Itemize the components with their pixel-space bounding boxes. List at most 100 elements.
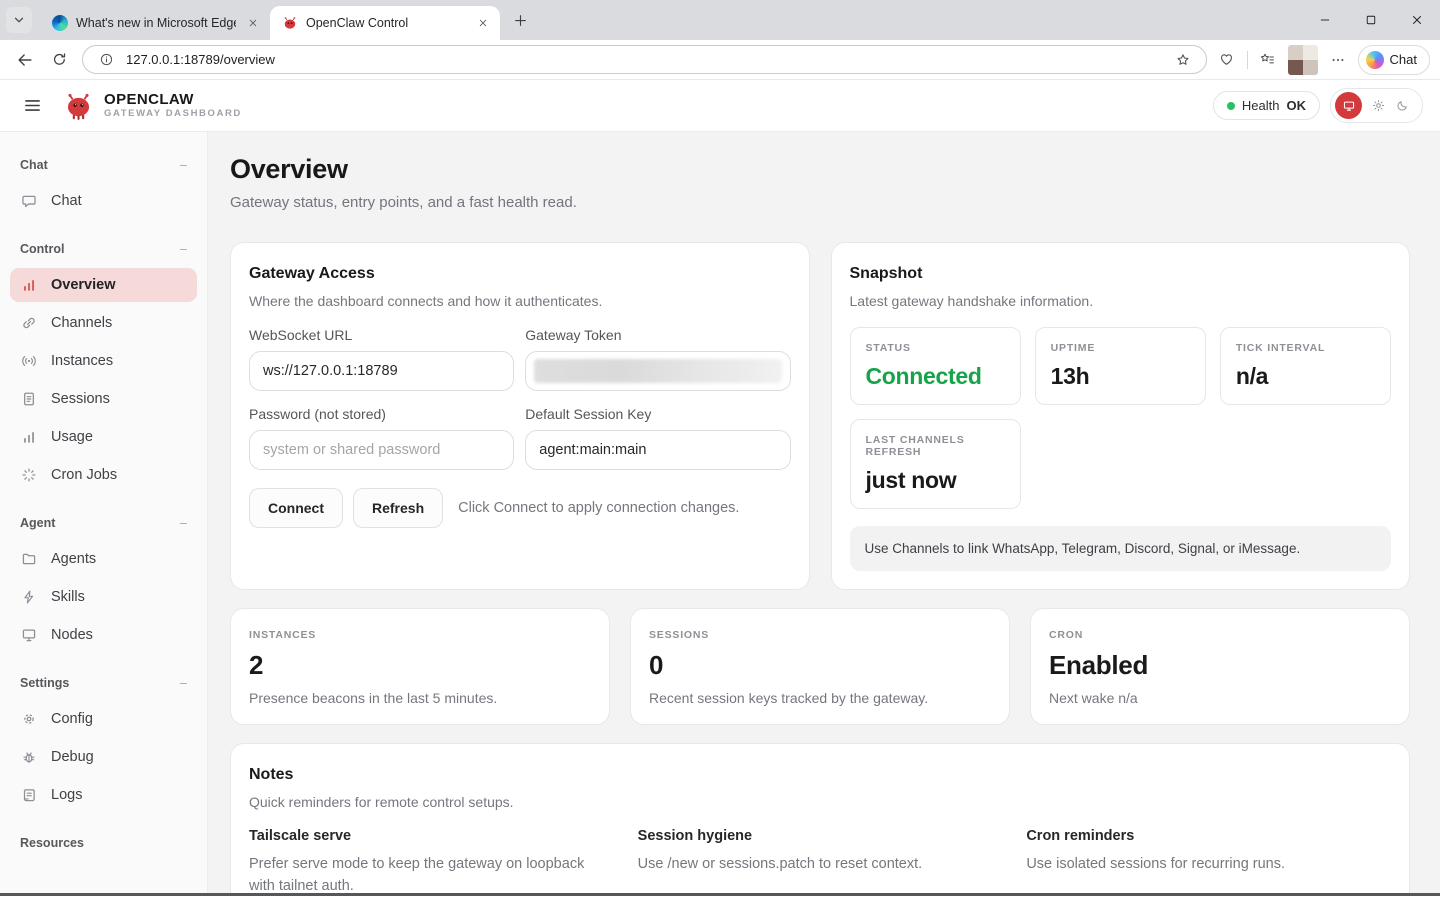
back-button[interactable]: [10, 45, 40, 75]
sidebar-section-agent[interactable]: Agent –: [10, 516, 197, 530]
sidebar-item-channels[interactable]: Channels: [10, 306, 197, 340]
sidebar-item-label: Config: [51, 711, 93, 727]
collapse-icon[interactable]: –: [180, 158, 187, 172]
brand: OPENCLAW GATEWAY DASHBOARD: [63, 90, 242, 121]
sidebar-item-nodes[interactable]: Nodes: [10, 618, 197, 652]
lightning-icon: [20, 588, 38, 606]
sidebar-section-settings[interactable]: Settings –: [10, 676, 197, 690]
monitor-icon: [20, 626, 38, 644]
sidebar-item-overview[interactable]: Overview: [10, 268, 197, 302]
sidebar-section-control[interactable]: Control –: [10, 242, 197, 256]
url-text[interactable]: 127.0.0.1:18789/overview: [126, 52, 1163, 67]
browser-toolbar: 127.0.0.1:18789/overview Chat: [0, 40, 1440, 80]
channels-note: Use Channels to link WhatsApp, Telegram,…: [850, 526, 1392, 571]
browser-window: What's new in Microsoft Edge OpenClaw Co…: [0, 0, 1440, 900]
sidebar-item-skills[interactable]: Skills: [10, 580, 197, 614]
password-input[interactable]: [249, 430, 514, 470]
sidebar-section-resources[interactable]: Resources: [10, 836, 197, 850]
tab-title: OpenClaw Control: [306, 16, 466, 30]
cron-stat-card: CRON Enabled Next wake n/a: [1030, 608, 1410, 725]
theme-switcher: [1330, 88, 1423, 123]
browser-essentials-icon[interactable]: [1215, 48, 1239, 72]
sidebar-item-usage[interactable]: Usage: [10, 420, 197, 454]
tile-label: TICK INTERVAL: [1236, 342, 1375, 354]
gateway-access-card: Gateway Access Where the dashboard conne…: [230, 242, 810, 590]
link-icon: [20, 314, 38, 332]
minimize-button[interactable]: [1302, 0, 1348, 40]
sidebar-item-label: Overview: [51, 277, 116, 293]
card-title: Notes: [249, 766, 1391, 784]
url-bar[interactable]: 127.0.0.1:18789/overview: [82, 45, 1207, 74]
copilot-chat-button[interactable]: Chat: [1358, 45, 1430, 75]
tab-whats-new[interactable]: What's new in Microsoft Edge: [40, 6, 270, 40]
monitor-icon: [1342, 99, 1356, 113]
new-tab-button[interactable]: [506, 6, 534, 34]
bug-icon: [20, 748, 38, 766]
theme-light-button[interactable]: [1371, 98, 1386, 113]
close-window-button[interactable]: [1394, 0, 1440, 40]
websocket-url-input[interactable]: [249, 351, 514, 391]
sidebar-item-instances[interactable]: Instances: [10, 344, 197, 378]
refresh-button[interactable]: [44, 45, 74, 75]
tile-label: LAST CHANNELS REFRESH: [866, 434, 1005, 458]
sidebar-item-label: Instances: [51, 353, 113, 369]
card-subtitle: Where the dashboard connects and how it …: [249, 293, 791, 309]
sidebar-item-label: Nodes: [51, 627, 93, 643]
sidebar-item-label: Sessions: [51, 391, 110, 407]
card-subtitle: Latest gateway handshake information.: [850, 293, 1392, 309]
sidebar-item-agents[interactable]: Agents: [10, 542, 197, 576]
session-key-input[interactable]: [525, 430, 790, 470]
sidebar-section-chat[interactable]: Chat –: [10, 158, 197, 172]
section-label: Settings: [20, 676, 69, 690]
favorite-star-icon[interactable]: [1171, 48, 1195, 72]
sidebar-item-config[interactable]: Config: [10, 702, 197, 736]
note-cron-reminders: Cron reminders Use isolated sessions for…: [1026, 828, 1391, 893]
site-info-icon[interactable]: [94, 48, 118, 72]
status-tile: STATUS Connected: [850, 327, 1021, 405]
sidebar-item-sessions[interactable]: Sessions: [10, 382, 197, 416]
theme-system-button[interactable]: [1335, 92, 1362, 119]
connect-button[interactable]: Connect: [249, 488, 343, 528]
sidebar-item-cron-jobs[interactable]: Cron Jobs: [10, 458, 197, 492]
scroll-icon: [20, 786, 38, 804]
collapse-icon[interactable]: –: [180, 676, 187, 690]
stat-description: Recent session keys tracked by the gatew…: [649, 690, 991, 706]
uptime-tile: UPTIME 13h: [1035, 327, 1206, 405]
close-icon[interactable]: [244, 14, 262, 32]
more-menu-icon[interactable]: [1326, 48, 1350, 72]
refresh-button[interactable]: Refresh: [353, 488, 443, 528]
collapse-icon[interactable]: –: [180, 242, 187, 256]
sidebar-item-chat[interactable]: Chat: [10, 184, 197, 218]
tab-openclaw-control[interactable]: OpenClaw Control: [270, 6, 500, 40]
maximize-button[interactable]: [1348, 0, 1394, 40]
copilot-icon: [1366, 51, 1384, 69]
tile-label: UPTIME: [1051, 342, 1190, 354]
tab-list-button[interactable]: [6, 7, 32, 33]
sidebar-item-label: Cron Jobs: [51, 467, 117, 483]
stat-label: CRON: [1049, 629, 1391, 641]
websocket-field-group: WebSocket URL: [249, 327, 514, 391]
gear-icon: [20, 710, 38, 728]
session-key-field-group: Default Session Key: [525, 406, 790, 470]
section-label: Chat: [20, 158, 48, 172]
window-controls: [1302, 0, 1440, 40]
favorites-bar-icon[interactable]: [1256, 48, 1280, 72]
tick-interval-tile: TICK INTERVAL n/a: [1220, 327, 1391, 405]
chevron-down-icon: [12, 13, 26, 27]
note-text: Use isolated sessions for recurring runs…: [1026, 853, 1391, 875]
close-icon[interactable]: [474, 14, 492, 32]
section-label: Resources: [20, 836, 84, 850]
sessions-value: 0: [649, 650, 991, 681]
hamburger-menu-button[interactable]: [17, 91, 47, 121]
theme-dark-button[interactable]: [1395, 98, 1410, 113]
section-label: Agent: [20, 516, 55, 530]
gateway-token-label: Gateway Token: [525, 327, 790, 343]
gateway-token-input[interactable]: [525, 351, 790, 391]
profile-avatar[interactable]: [1288, 45, 1318, 75]
sidebar-item-logs[interactable]: Logs: [10, 778, 197, 812]
sidebar-item-debug[interactable]: Debug: [10, 740, 197, 774]
session-key-label: Default Session Key: [525, 406, 790, 422]
tab-title: What's new in Microsoft Edge: [76, 16, 236, 30]
collapse-icon[interactable]: –: [180, 516, 187, 530]
sparkle-icon: [20, 466, 38, 484]
